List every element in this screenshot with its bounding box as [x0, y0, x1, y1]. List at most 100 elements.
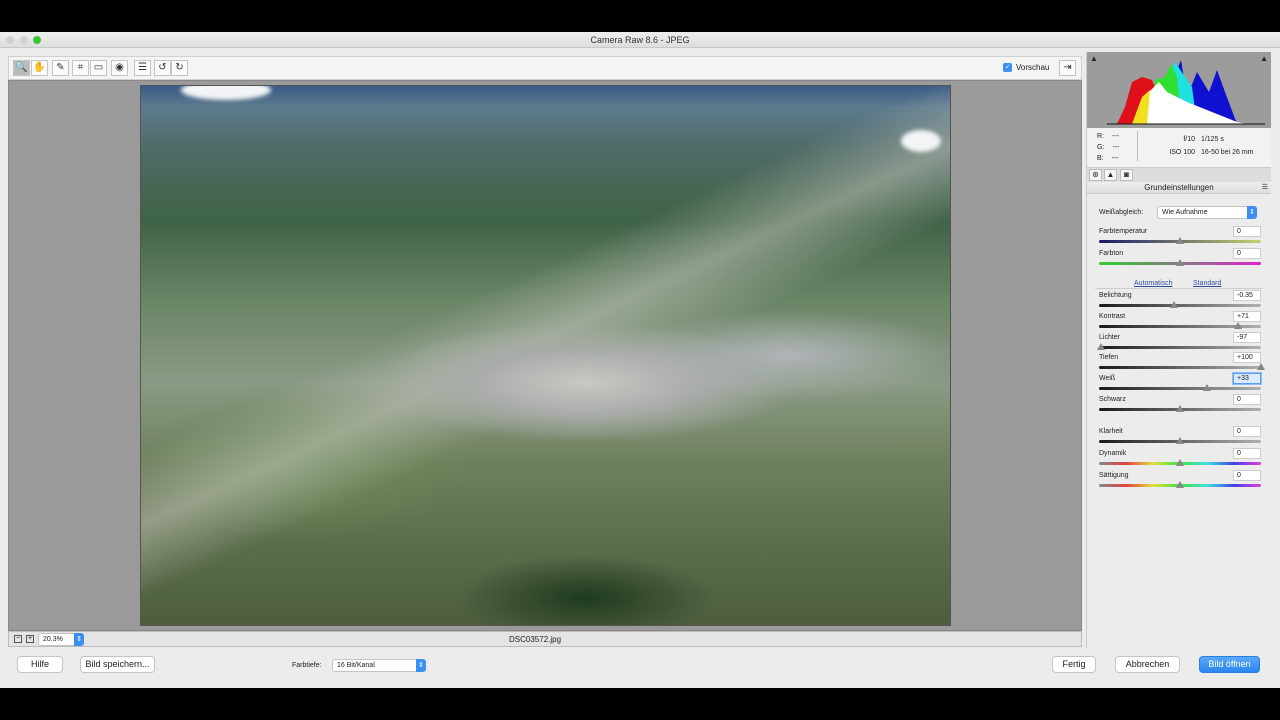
slider-track[interactable] — [1099, 387, 1261, 390]
red-eye-tool-icon[interactable]: ◉ — [111, 60, 128, 76]
status-bar: − + 20.3%⇕ DSC03572.jpg — [8, 631, 1082, 647]
slider-row: Farbtemperatur 0 — [1099, 228, 1261, 248]
slider-row: Tiefen +100 — [1099, 354, 1261, 374]
fullscreen-toggle-icon[interactable]: ⇥ — [1059, 60, 1076, 76]
done-button[interactable]: Fertig — [1052, 656, 1096, 673]
slider-label: Dynamik — [1099, 450, 1126, 457]
slider-value-input[interactable]: -0.35 — [1233, 290, 1261, 301]
slider-label: Kontrast — [1099, 313, 1125, 320]
save-image-button[interactable]: Bild speichern... — [80, 656, 155, 673]
camera-calibration-tab-icon[interactable]: ◙ — [1120, 169, 1133, 181]
slider-value-input[interactable]: +100 — [1233, 352, 1261, 363]
g-label: G: — [1097, 144, 1104, 151]
title-bar: Camera Raw 8.6 - JPEG — [0, 32, 1280, 48]
slider-track[interactable] — [1099, 346, 1261, 349]
slider-row: Lichter -97 — [1099, 334, 1261, 354]
window-title: Camera Raw 8.6 - JPEG — [590, 35, 689, 45]
open-image-button[interactable]: Bild öffnen — [1199, 656, 1260, 673]
slider-row: Sättigung 0 — [1099, 472, 1261, 492]
shadow-clipping-warning-icon[interactable]: ▲ — [1090, 54, 1098, 63]
straighten-tool-icon[interactable]: ▭ — [90, 60, 107, 76]
image-preview-pane[interactable] — [8, 80, 1082, 631]
white-balance-tool-icon[interactable]: ✎ — [52, 60, 69, 76]
slider-label: Weiß — [1099, 375, 1115, 382]
slider-value-input[interactable]: +33 — [1233, 373, 1261, 384]
slider-label: Farbton — [1099, 250, 1123, 257]
highlight-clipping-warning-icon[interactable]: ▲ — [1260, 54, 1268, 63]
auto-link[interactable]: Automatisch — [1134, 280, 1173, 287]
r-value: --- — [1112, 133, 1119, 140]
depth-label: Farbtiefe: — [292, 662, 322, 669]
bit-depth-select[interactable]: 16 Bit/Kanal ⇕ — [332, 659, 426, 672]
g-value: --- — [1112, 144, 1119, 151]
preview-checkbox[interactable]: ✓ — [1003, 63, 1012, 72]
preferences-tool-icon[interactable]: ☰ — [134, 60, 151, 76]
slider-thumb[interactable] — [1097, 343, 1105, 350]
zoom-level-value: 20.3% — [43, 636, 63, 643]
slider-value-input[interactable]: 0 — [1233, 394, 1261, 405]
chevron-updown-icon: ⇕ — [416, 659, 426, 672]
slider-row: Belichtung -0.35 — [1099, 292, 1261, 312]
chevron-updown-icon: ⇕ — [74, 633, 84, 646]
iso: ISO 100 — [1157, 146, 1195, 159]
slider-thumb[interactable] — [1176, 459, 1184, 466]
camera-raw-window: Camera Raw 8.6 - JPEG 🔍✋✎⌗▭◉☰↺↻ ✓ Vorsch… — [0, 32, 1280, 688]
slider-value-input[interactable]: 0 — [1233, 426, 1261, 437]
slider-thumb[interactable] — [1176, 481, 1184, 488]
histogram: ▲ ▲ — [1087, 52, 1271, 128]
toolbar: 🔍✋✎⌗▭◉☰↺↻ ✓ Vorschau ⇥ — [8, 56, 1082, 80]
slider-thumb[interactable] — [1176, 259, 1184, 266]
slider-row: Dynamik 0 — [1099, 450, 1261, 470]
zoom-tool-icon[interactable]: 🔍 — [13, 60, 30, 76]
slider-thumb[interactable] — [1176, 237, 1184, 244]
slider-thumb[interactable] — [1257, 363, 1265, 370]
panel-menu-icon[interactable]: ☰ — [1262, 182, 1268, 194]
cancel-button[interactable]: Abbrechen — [1115, 656, 1180, 673]
rotate-right-tool-icon[interactable]: ↻ — [171, 60, 188, 76]
aerial-photo-preview[interactable] — [140, 85, 951, 626]
chevron-updown-icon: ⇕ — [1247, 206, 1257, 219]
slider-value-input[interactable]: +71 — [1233, 311, 1261, 322]
default-link[interactable]: Standard — [1193, 280, 1221, 287]
crop-tool-icon[interactable]: ⌗ — [72, 60, 89, 76]
close-button[interactable] — [6, 36, 14, 44]
bit-depth-value: 16 Bit/Kanal — [337, 662, 375, 669]
slider-thumb[interactable] — [1203, 384, 1211, 391]
white-balance-select[interactable]: Wie Aufnahme ⇕ — [1157, 206, 1257, 219]
slider-track[interactable] — [1099, 304, 1261, 307]
slider-thumb[interactable] — [1176, 437, 1184, 444]
b-label: B: — [1097, 155, 1104, 162]
slider-label: Farbtemperatur — [1099, 228, 1147, 235]
help-button[interactable]: Hilfe — [17, 656, 63, 673]
tone-curve-tab-icon[interactable]: ▲ — [1104, 169, 1117, 181]
lens: 16-50 bei 26 mm — [1201, 149, 1254, 156]
zoom-in-icon[interactable]: + — [26, 635, 34, 643]
basic-tab-aperture-icon[interactable]: ⊛ — [1089, 169, 1102, 181]
slider-row: Kontrast +71 — [1099, 313, 1261, 333]
white-balance-value: Wie Aufnahme — [1162, 209, 1208, 216]
hand-tool-icon[interactable]: ✋ — [31, 60, 48, 76]
slider-value-input[interactable]: 0 — [1233, 448, 1261, 459]
slider-label: Tiefen — [1099, 354, 1118, 361]
slider-value-input[interactable]: 0 — [1233, 226, 1261, 237]
aperture: f/10 — [1157, 133, 1195, 146]
slider-thumb[interactable] — [1234, 322, 1242, 329]
slider-thumb[interactable] — [1170, 301, 1178, 308]
minimize-button[interactable] — [20, 36, 28, 44]
r-label: R: — [1097, 133, 1104, 140]
rotate-left-tool-icon[interactable]: ↺ — [154, 60, 171, 76]
slider-value-input[interactable]: -97 — [1233, 332, 1261, 343]
section-header: Grundeinstellungen☰ — [1087, 182, 1271, 194]
slider-label: Sättigung — [1099, 472, 1129, 479]
zoom-out-icon[interactable]: − — [14, 635, 22, 643]
slider-value-input[interactable]: 0 — [1233, 470, 1261, 481]
zoom-level-select[interactable]: 20.3% ⇕ — [38, 633, 84, 646]
slider-value-input[interactable]: 0 — [1233, 248, 1261, 259]
slider-thumb[interactable] — [1176, 405, 1184, 412]
image-info: R: --- G: --- B: --- f/10 1/125 s ISO 10… — [1087, 128, 1271, 168]
adjustments-panel: ▲ ▲ R: --- G: --- B: --- f/10 1/125 s IS… — [1086, 52, 1270, 648]
slider-track[interactable] — [1099, 366, 1261, 369]
shutter-speed: 1/125 s — [1201, 136, 1224, 143]
slider-row: Farbton 0 — [1099, 250, 1261, 270]
zoom-button[interactable] — [33, 36, 41, 44]
